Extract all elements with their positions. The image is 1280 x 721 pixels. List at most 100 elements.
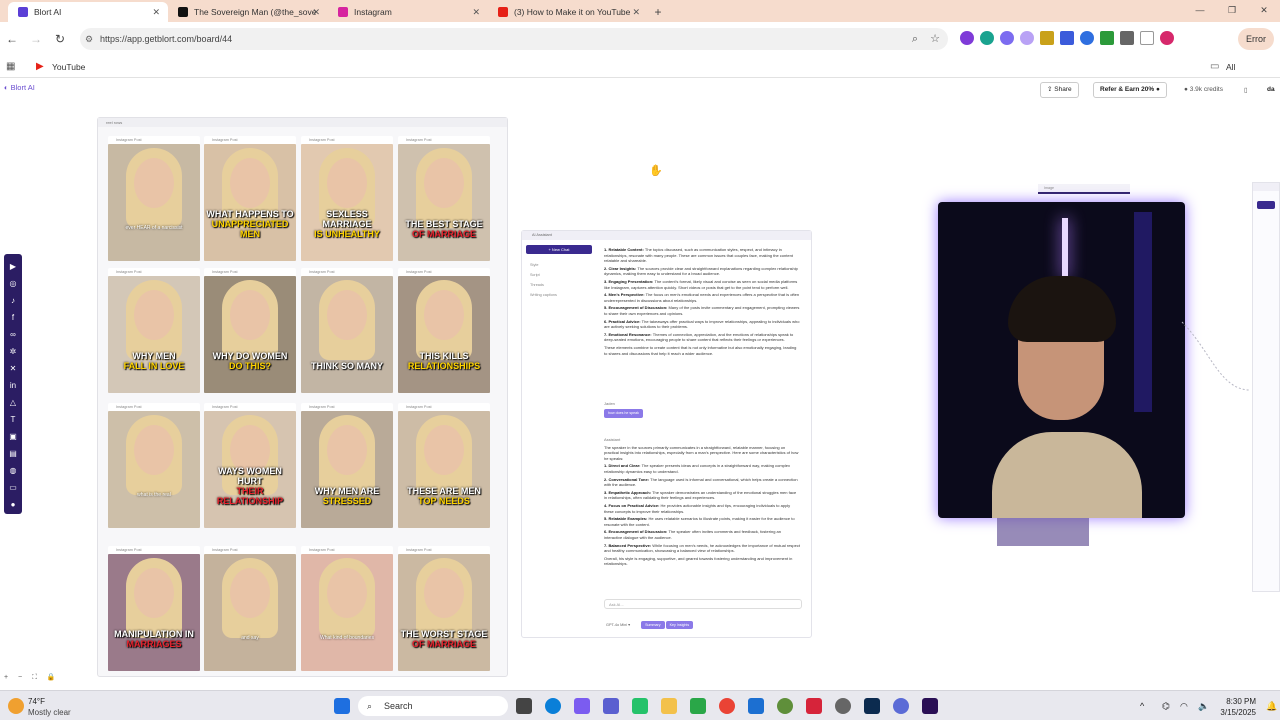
post-thumbnail[interactable]: think so many [301,276,393,393]
url-field[interactable]: ⚙ https://app.getblort.com/board/44 ⌕ ☆ [80,28,948,50]
wifi-icon[interactable]: ◠ [1180,691,1188,721]
extension-icon[interactable] [1040,31,1054,45]
post-thumbnail[interactable]: Why Men Fall in Love [108,276,200,393]
triangle-tool-icon[interactable]: △ [4,394,22,411]
instagram-post-card[interactable]: Instagram Post What kind of boundaries [301,546,393,671]
browser-tab-blort[interactable]: Blort AI ✕ [8,2,168,22]
instagram-post-card[interactable]: Instagram Post Ways Women Hurt Their Relat… [204,403,296,528]
instagram-post-card[interactable]: Instagram Post These Are Men Top Needs [398,403,490,528]
chat-history-item[interactable]: Script [526,270,592,280]
post-thumbnail[interactable]: Sexless Marriage is Unhealthy [301,144,393,261]
excel-icon[interactable] [690,698,706,714]
close-tab-icon[interactable]: ✕ [472,2,480,22]
instagram-post-card[interactable]: Instagram Post Why Men Fall in Love [108,268,200,393]
whatsapp-icon[interactable] [632,698,648,714]
partial-chat-node[interactable] [1252,182,1280,592]
premiere-icon[interactable] [922,698,938,714]
restore-icon[interactable]: ❐ [1216,0,1248,20]
copilot-icon[interactable] [574,698,590,714]
volume-icon[interactable]: 🔈 [1198,691,1209,721]
node-thumbnail[interactable] [997,518,1089,546]
instagram-post-card[interactable]: Instagram Post Manipulation in Marriages [108,546,200,671]
task-view-icon[interactable] [516,698,532,714]
facebook-tool-icon[interactable]: f [4,309,22,326]
chrome-icon[interactable] [719,698,735,714]
post-thumbnail[interactable]: ever HEAR of a narcissist [108,144,200,261]
extension-icon[interactable] [1080,31,1094,45]
bookmark-star-icon[interactable]: ☆ [930,28,940,50]
reading-list-icon[interactable] [1140,31,1154,45]
photoshop-icon[interactable] [864,698,880,714]
clock-date[interactable]: 3/15/2025 [1220,708,1256,717]
instagram-post-card[interactable]: Instagram Post This Kills Relationships [398,268,490,393]
acrobat-icon[interactable] [806,698,822,714]
partial-node-button[interactable] [1257,201,1275,209]
zoom-icon[interactable]: ⌕ [912,28,918,50]
image-tool-icon[interactable]: ▣ [4,428,22,445]
new-chat-button[interactable]: + New Chat [526,245,592,254]
edge-icon[interactable] [545,698,561,714]
settings-app-icon[interactable] [893,698,909,714]
weather-icon[interactable] [8,698,24,714]
close-tab-icon[interactable]: ✕ [152,2,160,22]
extension-icon[interactable] [1000,31,1014,45]
profile-error-button[interactable]: Error [1238,28,1274,50]
user-initials[interactable]: da [1267,86,1275,93]
teams-icon[interactable] [603,698,619,714]
post-thumbnail[interactable]: Why do Women Do This? [204,276,296,393]
chat-history-item[interactable]: Writing captions [526,290,592,300]
clock-time[interactable]: 8:30 PM [1226,697,1256,706]
chip-key-insights[interactable]: Key Insights [665,621,694,629]
instagram-tool-icon[interactable]: ◎ [4,275,22,292]
extension-icon[interactable] [1020,31,1034,45]
instagram-post-card[interactable]: Instagram Post and say [204,546,296,671]
instagram-post-card[interactable]: Instagram Post What Happens to Unappreciat… [204,136,296,261]
linkedin-tool-icon[interactable]: in [4,377,22,394]
refer-earn-button[interactable]: Refer & Earn 20% ● [1093,82,1167,98]
instagram-post-card[interactable]: Instagram Post ever HEAR of a narcissist [108,136,200,261]
share-button[interactable]: ⇪ Share [1040,82,1079,98]
instagram-post-card[interactable]: Instagram Post what is the real [108,403,200,528]
image-node-header[interactable]: Image [1038,184,1130,194]
instagram-post-card[interactable]: Instagram Post Why do Women Do This? [204,268,296,393]
ai-tool-icon[interactable]: ● [4,496,22,513]
model-selector[interactable]: GPT-4o Mini ▾ Summary Key Insights [606,621,694,629]
instagram-post-card[interactable]: Instagram Post Sexless Marriage is Unhealt… [301,136,393,261]
post-thumbnail[interactable]: The Worst Stage of Marriage [398,554,490,671]
x-tool-icon[interactable]: ✕ [4,360,22,377]
doc-icon[interactable]: ▯ [1244,86,1248,94]
post-thumbnail[interactable]: Manipulation in Marriages [108,554,200,671]
notification-bell-icon[interactable]: 🔔 [1266,691,1277,721]
post-thumbnail[interactable]: These Are Men Top Needs [398,411,490,528]
forward-arrow-icon[interactable]: → [24,32,48,46]
app-logo[interactable]: ◐ Blort AI [4,83,35,92]
instagram-board-group[interactable]: reel rows Instagram Post ever HEAR of a n… [97,117,508,677]
close-tab-icon[interactable]: ✕ [312,2,320,22]
chat-input[interactable]: Ask AI... [604,599,802,609]
browser-tab-youtube[interactable]: (3) How to Make it on YouTube ✕ [488,2,648,22]
puzzle-icon[interactable] [1120,31,1134,45]
back-arrow-icon[interactable]: ← [0,32,24,46]
site-info-icon[interactable]: ⚙ [85,28,93,50]
network-icon[interactable]: ⌬ [1162,691,1170,721]
document-tool-icon[interactable]: ▤ [4,445,22,462]
browser-tab-sovereign[interactable]: The Sovereign Man (@the_sove ✕ [168,2,328,22]
instagram-post-card[interactable]: Instagram Post The Best Stage of Marriage [398,136,490,261]
extension-icon[interactable] [1100,31,1114,45]
folder-tool-icon[interactable]: ▭ [4,479,22,496]
app-icon[interactable] [777,698,793,714]
close-window-icon[interactable]: ✕ [1248,0,1280,20]
close-tab-icon[interactable]: ✕ [632,2,640,22]
chat-history-item[interactable]: Style [526,260,592,270]
post-thumbnail[interactable]: What kind of boundaries [301,554,393,671]
post-thumbnail[interactable]: This Kills Relationships [398,276,490,393]
tray-chevron-icon[interactable]: ^ [1140,691,1144,721]
extension-icon[interactable] [960,31,974,45]
windows-start-icon[interactable] [334,698,350,714]
profile-avatar-icon[interactable] [1160,31,1174,45]
reload-icon[interactable]: ↻ [48,32,72,46]
tiktok-tool-icon[interactable]: ♪ [4,292,22,309]
youtube-tool-icon[interactable]: ▶ [4,258,22,275]
extension-icon[interactable] [1060,31,1074,45]
chat-history-item[interactable]: Threads [526,280,592,290]
